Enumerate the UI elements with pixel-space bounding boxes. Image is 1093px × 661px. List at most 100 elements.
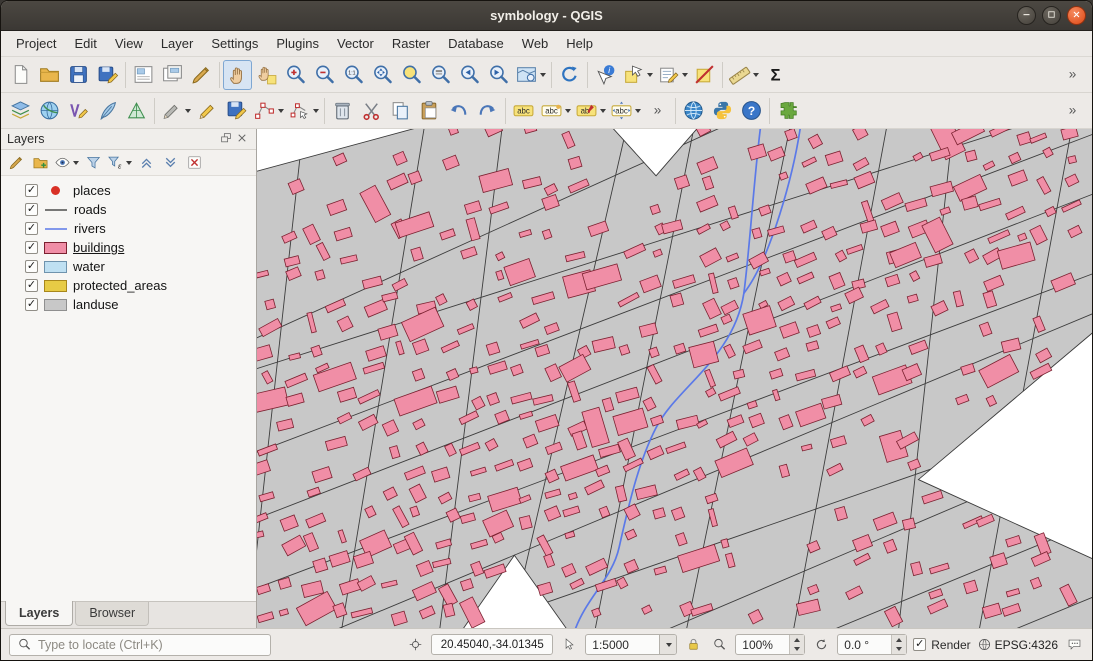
coordinate-display-icon[interactable]	[405, 635, 425, 655]
filter-legend-icon[interactable]	[82, 152, 104, 174]
magnifier-spinbox[interactable]: 100%	[735, 634, 805, 655]
current-edits-icon[interactable]	[158, 96, 193, 126]
zoom-last-icon[interactable]	[455, 60, 484, 90]
new-shapefile-icon[interactable]	[64, 96, 93, 126]
identify-features-icon[interactable]: i	[591, 60, 620, 90]
coordinate-input[interactable]	[438, 639, 546, 651]
open-layer-styling-icon[interactable]	[5, 152, 27, 174]
save-project-icon[interactable]	[64, 60, 93, 90]
layer-visibility-checkbox[interactable]	[25, 298, 38, 311]
pan-map-icon[interactable]	[223, 60, 252, 90]
rotation-spin-buttons[interactable]	[891, 635, 906, 654]
label-pin-icon[interactable]: ab	[573, 96, 608, 126]
label-toolbar-extension-icon[interactable]: »	[643, 96, 672, 126]
map-canvas[interactable]	[257, 129, 1092, 628]
close-icon[interactable]	[1067, 6, 1086, 25]
messages-icon[interactable]	[1064, 635, 1084, 655]
layer-item-places[interactable]: places	[1, 181, 256, 200]
lock-scale-icon[interactable]	[683, 635, 703, 655]
layer-visibility-checkbox[interactable]	[25, 222, 38, 235]
add-feature-icon[interactable]	[251, 96, 286, 126]
layer-item-water[interactable]: water	[1, 257, 256, 276]
zoom-out-icon[interactable]	[310, 60, 339, 90]
layer-item-protected_areas[interactable]: protected_areas	[1, 276, 256, 295]
tab-layers[interactable]: Layers	[5, 601, 73, 626]
zoom-in-icon[interactable]	[281, 60, 310, 90]
delete-selected-icon[interactable]	[328, 96, 357, 126]
deselect-features-icon[interactable]	[690, 60, 719, 90]
zoom-to-layer-icon[interactable]	[426, 60, 455, 90]
layer-labeling-icon[interactable]: abc	[509, 96, 538, 126]
layer-item-buildings[interactable]: buildings	[1, 238, 256, 257]
redo-icon[interactable]	[473, 96, 502, 126]
remove-layer-icon[interactable]	[183, 152, 205, 174]
python-console-icon[interactable]	[708, 96, 737, 126]
locator-input[interactable]	[38, 638, 263, 652]
menu-web[interactable]: Web	[513, 31, 558, 56]
new-print-layout-icon[interactable]	[129, 60, 158, 90]
minimize-icon[interactable]	[1017, 6, 1036, 25]
menu-project[interactable]: Project	[7, 31, 65, 56]
menu-edit[interactable]: Edit	[65, 31, 105, 56]
cut-features-icon[interactable]	[357, 96, 386, 126]
refresh-map-icon[interactable]	[555, 60, 584, 90]
layer-visibility-checkbox[interactable]	[25, 279, 38, 292]
layout-manager-icon[interactable]	[158, 60, 187, 90]
new-geopackage-icon[interactable]	[93, 96, 122, 126]
menu-help[interactable]: Help	[557, 31, 602, 56]
rotation-icon[interactable]	[811, 635, 831, 655]
select-features-icon[interactable]	[620, 60, 655, 90]
add-group-icon[interactable]	[29, 152, 51, 174]
zoom-next-icon[interactable]	[484, 60, 513, 90]
vertex-tool-icon[interactable]	[286, 96, 321, 126]
style-manager-icon[interactable]	[187, 60, 216, 90]
magnifier-icon[interactable]	[709, 635, 729, 655]
new-virtual-layer-icon[interactable]	[122, 96, 151, 126]
menu-vector[interactable]: Vector	[328, 31, 383, 56]
zoom-native-icon[interactable]: 1:1	[339, 60, 368, 90]
layer-visibility-checkbox[interactable]	[25, 184, 38, 197]
render-checkbox[interactable]	[913, 638, 926, 651]
zoom-to-selection-icon[interactable]	[397, 60, 426, 90]
crs-status[interactable]: EPSG:4326	[977, 637, 1058, 652]
metasearch-icon[interactable]	[679, 96, 708, 126]
save-layer-edits-icon[interactable]	[222, 96, 251, 126]
layer-item-roads[interactable]: roads	[1, 200, 256, 219]
filter-expression-icon[interactable]: ε	[106, 152, 133, 174]
extents-toggle-icon[interactable]	[559, 635, 579, 655]
locator-bar[interactable]	[9, 634, 271, 656]
label-move-icon[interactable]: abc	[608, 96, 643, 126]
collapse-all-icon[interactable]	[159, 152, 181, 174]
magnifier-spin-buttons[interactable]	[789, 635, 804, 654]
maximize-icon[interactable]	[1042, 6, 1061, 25]
render-toggle[interactable]: Render	[913, 638, 970, 652]
add-vector-layer-icon[interactable]	[35, 96, 64, 126]
help-icon[interactable]: ?	[737, 96, 766, 126]
toolbar-extension2-icon[interactable]: »	[1058, 96, 1087, 126]
menu-database[interactable]: Database	[439, 31, 513, 56]
toggle-editing-icon[interactable]	[193, 96, 222, 126]
copy-features-icon[interactable]	[386, 96, 415, 126]
zoom-full-icon[interactable]	[368, 60, 397, 90]
plugin-icon[interactable]	[773, 96, 802, 126]
menu-raster[interactable]: Raster	[383, 31, 439, 56]
data-source-manager-icon[interactable]	[6, 96, 35, 126]
dock-float-icon[interactable]	[218, 131, 234, 147]
pan-to-selection-icon[interactable]	[252, 60, 281, 90]
menu-view[interactable]: View	[106, 31, 152, 56]
measure-icon[interactable]	[726, 60, 761, 90]
paste-features-icon[interactable]	[415, 96, 444, 126]
dock-close-icon[interactable]	[234, 131, 250, 147]
scale-combobox[interactable]: 1:5000	[585, 634, 677, 655]
expand-all-icon[interactable]	[135, 152, 157, 174]
toolbar-extension-icon[interactable]: »	[1058, 60, 1087, 90]
layer-diagram-icon[interactable]: abc	[538, 96, 573, 126]
scale-dropdown-button[interactable]	[659, 635, 676, 654]
layer-visibility-checkbox[interactable]	[25, 260, 38, 273]
layer-item-landuse[interactable]: landuse	[1, 295, 256, 314]
rotation-spinbox[interactable]: 0.0 °	[837, 634, 907, 655]
menu-plugins[interactable]: Plugins	[267, 31, 328, 56]
new-map-view-icon[interactable]	[513, 60, 548, 90]
menu-layer[interactable]: Layer	[152, 31, 203, 56]
layer-visibility-checkbox[interactable]	[25, 203, 38, 216]
